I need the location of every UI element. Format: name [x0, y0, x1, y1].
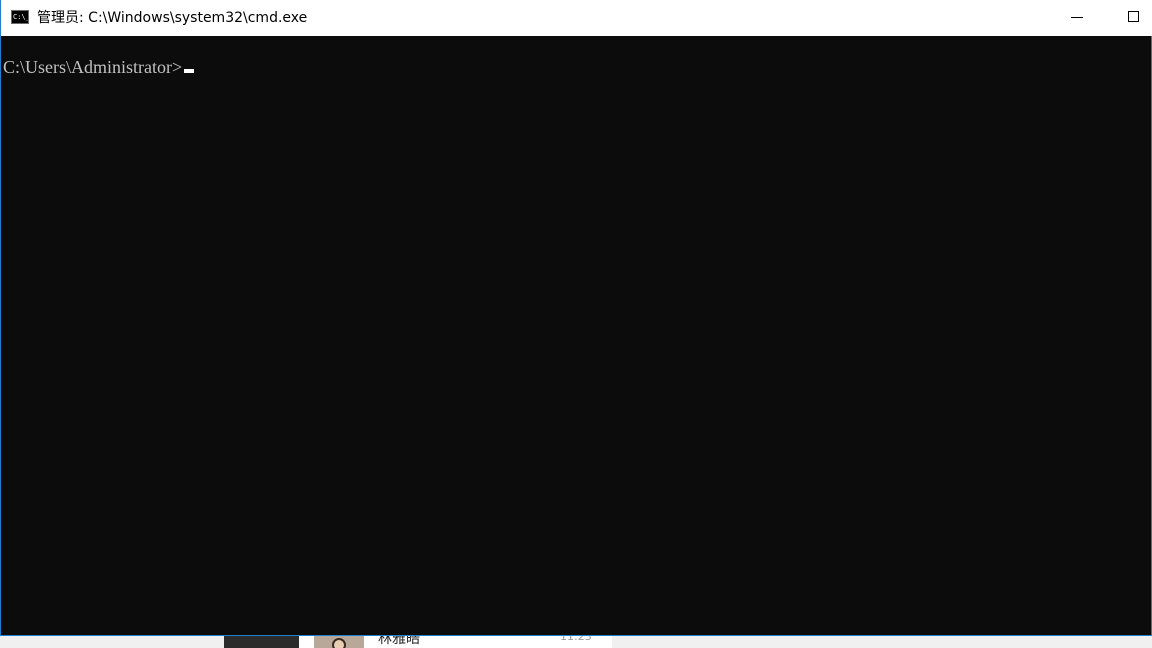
title-bar[interactable]: C:\_ 管理员: C:\Windows\system32\cmd.exe — [1, 0, 1152, 36]
maximize-button[interactable] — [1111, 0, 1152, 36]
maximize-icon — [1128, 11, 1139, 22]
prompt-text: C:\Users\Administrator> — [3, 57, 183, 77]
minimize-button[interactable] — [1055, 0, 1101, 36]
prompt-line: C:\Users\Administrator> — [3, 56, 195, 78]
minimize-icon — [1071, 17, 1083, 18]
background-thumbnail — [224, 636, 299, 648]
window-title: 管理员: C:\Windows\system32\cmd.exe — [37, 10, 308, 26]
cmd-icon[interactable]: C:\_ — [11, 10, 29, 24]
avatar-icon — [332, 638, 346, 648]
text-cursor — [184, 69, 195, 73]
console-area[interactable]: C:\Users\Administrator> — [1, 36, 1151, 635]
avatar — [314, 636, 364, 648]
cmd-window: C:\_ 管理员: C:\Windows\system32\cmd.exe C:… — [0, 0, 1152, 636]
